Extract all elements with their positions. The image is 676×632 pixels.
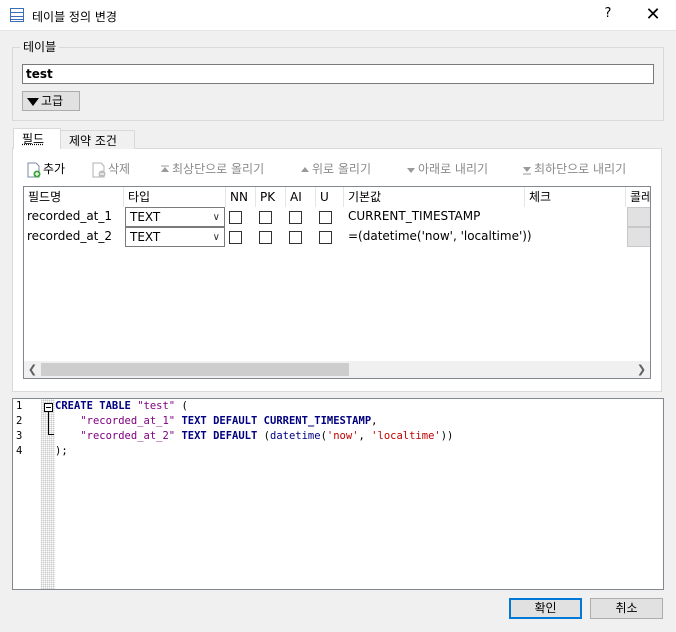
code-line: );	[55, 445, 68, 457]
sql-preview-editor[interactable]: 1 2 3 4 CREATE TABLE "test" ( "recorded_…	[12, 398, 664, 590]
header-u[interactable]: U	[316, 187, 344, 207]
default-cell[interactable]: CURRENT_TIMESTAMP	[348, 206, 480, 226]
code-line: "recorded_at_2" TEXT DEFAULT (datetime('…	[80, 430, 454, 442]
scroll-right-icon[interactable]: ❯	[633, 361, 650, 378]
add-icon	[27, 162, 41, 177]
tab-fields[interactable]: 필드	[13, 128, 61, 149]
scroll-left-icon[interactable]: ❮	[24, 361, 41, 378]
line-number-gutter: 1 2 3 4	[13, 399, 55, 589]
table-group	[12, 47, 664, 121]
type-select[interactable]: TEXT ∨	[125, 227, 225, 247]
code-line: "recorded_at_1" TEXT DEFAULT CURRENT_TIM…	[80, 415, 378, 427]
delete-field-button[interactable]: 삭제	[92, 160, 130, 178]
fold-guide	[48, 412, 49, 434]
delete-icon	[92, 162, 106, 177]
chevron-down-icon: ∨	[212, 232, 220, 243]
pk-checkbox[interactable]	[259, 211, 272, 224]
type-select[interactable]: TEXT ∨	[125, 207, 225, 227]
help-button[interactable]: ?	[598, 6, 618, 26]
line-number: 3	[16, 430, 23, 442]
collation-button[interactable]	[627, 207, 650, 227]
close-button[interactable]: ✕	[640, 3, 666, 27]
move-up-label: 위로 올리기	[312, 162, 372, 176]
type-select-value: TEXT	[130, 230, 161, 244]
ai-checkbox[interactable]	[289, 211, 302, 224]
tab-constraints[interactable]: 제약 조건	[61, 130, 135, 149]
move-top-icon	[161, 165, 169, 172]
header-field-name[interactable]: 필드명	[24, 187, 124, 207]
u-checkbox[interactable]	[319, 231, 332, 244]
fields-grid: 필드명 타입 NN PK AI U 기본값 체크 콜레 recorded_at_…	[23, 186, 651, 379]
window-title: 테이블 정의 변경	[32, 10, 117, 24]
u-checkbox[interactable]	[319, 211, 332, 224]
move-down-button[interactable]: 아래로 내리기	[406, 160, 488, 178]
table-group-label: 테이블	[20, 38, 60, 55]
header-ai[interactable]: AI	[286, 187, 316, 207]
nn-checkbox[interactable]	[229, 211, 242, 224]
header-nn[interactable]: NN	[226, 187, 256, 207]
delete-field-label: 삭제	[108, 162, 131, 176]
type-select-value: TEXT	[130, 210, 161, 224]
header-type[interactable]: 타입	[124, 187, 226, 207]
fold-guide-end	[48, 434, 54, 435]
field-name-cell[interactable]: recorded_at_2	[27, 226, 112, 246]
arrow-up-icon	[301, 166, 309, 172]
triangle-down-icon	[27, 97, 39, 106]
collation-button[interactable]	[627, 227, 650, 247]
move-bottom-label: 최하단으로 내리기	[534, 162, 627, 176]
advanced-button-label: 고급	[41, 94, 64, 108]
code-line: CREATE TABLE "test" (	[55, 400, 188, 412]
fold-collapse-icon[interactable]	[44, 403, 53, 412]
title-bar: 테이블 정의 변경 ? ✕	[0, 0, 676, 31]
line-number: 2	[16, 415, 23, 427]
default-cell[interactable]: =(datetime('now', 'localtime'))	[348, 226, 532, 246]
horizontal-scrollbar[interactable]: ❮ ❯	[24, 361, 650, 378]
chevron-down-icon: ∨	[212, 212, 220, 223]
advanced-button[interactable]: 고급	[22, 91, 80, 111]
nn-checkbox[interactable]	[229, 231, 242, 244]
pk-checkbox[interactable]	[259, 231, 272, 244]
move-top-button[interactable]: 최상단으로 올리기	[160, 160, 264, 178]
table-icon	[10, 8, 24, 22]
grid-header: 필드명 타입 NN PK AI U 기본값 체크 콜레	[24, 187, 650, 207]
header-check[interactable]: 체크	[525, 187, 626, 207]
line-number: 4	[16, 445, 23, 457]
move-bottom-button[interactable]: 최하단으로 내리기	[522, 160, 626, 178]
header-default[interactable]: 기본값	[344, 187, 525, 207]
header-collation[interactable]: 콜레	[626, 187, 650, 207]
ok-button[interactable]: 확인	[509, 598, 582, 619]
move-up-button[interactable]: 위로 올리기	[300, 160, 371, 178]
ai-checkbox[interactable]	[289, 231, 302, 244]
move-bottom-icon	[523, 166, 531, 174]
add-field-label: 추가	[43, 162, 66, 176]
add-field-button[interactable]: 추가	[27, 160, 65, 178]
table-name-input[interactable]: test	[22, 64, 654, 84]
header-pk[interactable]: PK	[256, 187, 286, 207]
move-top-label: 최상단으로 올리기	[172, 162, 265, 176]
cancel-button[interactable]: 취소	[590, 598, 663, 619]
line-number: 1	[16, 400, 23, 412]
scrollbar-thumb[interactable]	[41, 363, 349, 376]
move-down-label: 아래로 내리기	[418, 162, 489, 176]
field-name-cell[interactable]: recorded_at_1	[27, 206, 112, 226]
arrow-down-icon	[407, 167, 415, 173]
